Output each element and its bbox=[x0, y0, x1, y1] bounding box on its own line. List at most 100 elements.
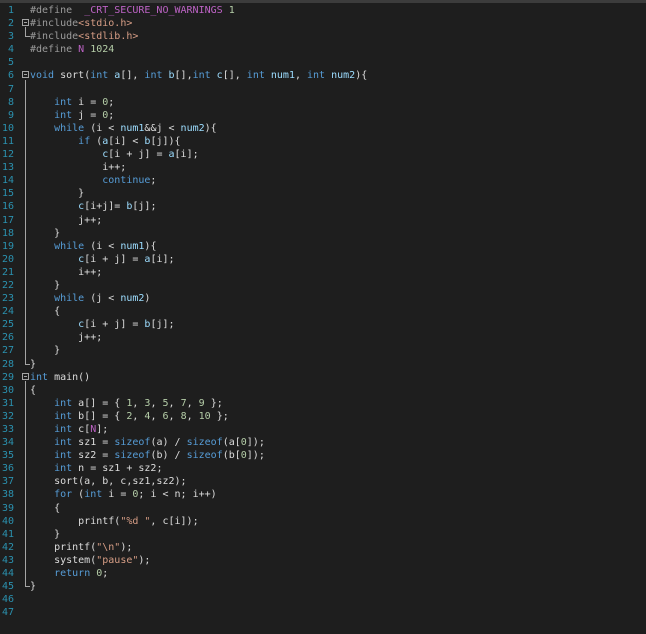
code-token: int bbox=[192, 70, 211, 82]
code-token: , bbox=[294, 70, 308, 82]
code-text: c[i + j] = a[i]; bbox=[30, 148, 198, 161]
code-token: b bbox=[162, 70, 175, 82]
fold-guide-line bbox=[25, 380, 26, 587]
code-text: int b[] = { 2, 4, 6, 8, 10 }; bbox=[30, 410, 229, 423]
code-token: } bbox=[30, 188, 85, 200]
code-token: , bbox=[186, 410, 199, 422]
line-number: 42 bbox=[1, 541, 14, 553]
code-text: c[i + j] = b[j]; bbox=[30, 318, 174, 331]
code-token: ( bbox=[90, 135, 103, 147]
code-token: i = bbox=[102, 489, 133, 501]
code-text: void sort(int a[], int b[],int c[], int … bbox=[30, 69, 367, 82]
code-token: { bbox=[30, 306, 61, 318]
code-token: int bbox=[54, 437, 73, 449]
line-number: 44 bbox=[1, 568, 14, 580]
code-token: if bbox=[78, 135, 91, 147]
line-number: 23 bbox=[1, 293, 14, 305]
code-token: (j < bbox=[84, 293, 121, 305]
line-number: 14 bbox=[1, 175, 14, 187]
code-token: sizeof bbox=[114, 450, 151, 462]
code-token: [], bbox=[174, 70, 193, 82]
code-token: , bbox=[186, 397, 199, 409]
line-number: 45 bbox=[1, 581, 14, 593]
code-text: c[i + j] = a[i]; bbox=[30, 253, 174, 266]
code-token: , c[i]); bbox=[150, 515, 199, 527]
code-editor[interactable]: 1 #define _CRT_SECURE_NO_WARNINGS 1 2 #incl… bbox=[0, 0, 646, 634]
code-token: sz2 = bbox=[72, 450, 115, 462]
code-token: int bbox=[90, 70, 109, 82]
code-token: int bbox=[54, 410, 73, 422]
fold-collapse-icon[interactable] bbox=[22, 372, 29, 380]
fold-collapse-icon[interactable] bbox=[22, 19, 29, 27]
code-token: }; bbox=[210, 410, 229, 422]
line-number: 6 bbox=[7, 70, 14, 82]
code-token: printf( bbox=[30, 541, 97, 553]
code-token: int bbox=[54, 424, 73, 435]
line-number: 17 bbox=[1, 214, 14, 226]
line-number: 35 bbox=[1, 450, 14, 462]
code-token: ; bbox=[108, 109, 115, 121]
line-number: 1 bbox=[7, 5, 14, 16]
code-token: { bbox=[30, 384, 37, 396]
code-token: } bbox=[30, 345, 61, 357]
code-text: j++; bbox=[30, 214, 102, 227]
line-number: 24 bbox=[1, 306, 14, 318]
code-token: _CRT_SECURE_NO_WARNINGS bbox=[84, 5, 223, 16]
code-text: while (j < num2) bbox=[30, 292, 150, 305]
code-token: } bbox=[30, 581, 37, 593]
code-token: ; bbox=[102, 568, 109, 580]
code-token: [], bbox=[120, 70, 145, 82]
code-token: } bbox=[30, 279, 61, 291]
code-token: ; bbox=[150, 175, 157, 187]
line-number: 46 bbox=[1, 594, 14, 606]
code-token: j++; bbox=[30, 332, 103, 344]
code-token: [j]){ bbox=[150, 135, 181, 147]
code-token: ( bbox=[72, 489, 85, 501]
code-token: { bbox=[30, 502, 61, 514]
code-token: j = bbox=[72, 109, 103, 121]
code-text: } bbox=[30, 279, 60, 292]
code-text: printf("\n"); bbox=[30, 541, 132, 554]
code-text: #include<stdlib.h> bbox=[30, 30, 138, 43]
line-number: 39 bbox=[1, 502, 14, 514]
line-number: 41 bbox=[1, 528, 14, 540]
fold-collapse-icon[interactable] bbox=[22, 71, 29, 79]
code-token: num2 bbox=[180, 122, 205, 134]
code-token: n = sz1 + sz2; bbox=[72, 463, 163, 475]
code-token: } bbox=[30, 227, 61, 239]
code-token: , bbox=[150, 397, 163, 409]
line-number: 36 bbox=[1, 463, 14, 475]
code-token: printf( bbox=[30, 515, 121, 527]
code-text: system("pause"); bbox=[30, 554, 150, 567]
code-token: for bbox=[54, 489, 73, 501]
line-number: 5 bbox=[7, 57, 14, 69]
line-number: 10 bbox=[1, 122, 14, 134]
code-token: [j]; bbox=[132, 201, 157, 213]
code-token: while bbox=[54, 293, 85, 305]
code-token: [i] < bbox=[108, 135, 145, 147]
line-number: 8 bbox=[7, 96, 14, 108]
code-token: ]); bbox=[246, 450, 265, 462]
code-token: sort( bbox=[54, 70, 91, 82]
code-token: int bbox=[54, 463, 73, 475]
code-token: , bbox=[132, 397, 145, 409]
code-token: [i + j] = bbox=[84, 319, 145, 331]
fold-guide-end bbox=[25, 363, 30, 365]
code-text: { bbox=[30, 384, 36, 397]
line-number: 34 bbox=[1, 437, 14, 449]
line-number: 4 bbox=[7, 44, 14, 56]
line-number: 43 bbox=[1, 554, 14, 566]
line-number: 21 bbox=[1, 266, 14, 278]
code-text: return 0; bbox=[30, 567, 108, 580]
code-token: ; bbox=[108, 96, 115, 108]
code-token: i++; bbox=[30, 162, 127, 174]
